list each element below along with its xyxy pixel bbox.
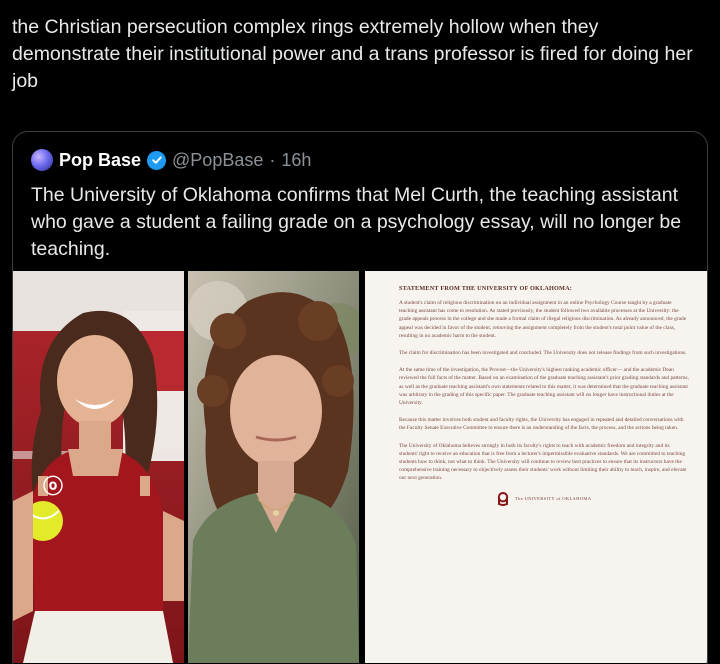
photo-teaching-assistant-illustration (188, 271, 359, 663)
post-text: the Christian persecution complex rings … (12, 16, 693, 92)
quoted-post-text: The University of Oklahoma confirms that… (31, 184, 682, 260)
separator-dot: · (269, 149, 276, 170)
media-grid: ⓞ STATEMENT FROM THE UNIVERSITY OF OKLAH… (13, 271, 707, 664)
photo-teaching-assistant[interactable] (188, 271, 359, 663)
author-handle[interactable]: @PopBase (172, 150, 263, 171)
statement-paragraph: Because this matter involves both studen… (399, 417, 684, 432)
statement-paragraph: At the same time of the investigation, t… (399, 367, 689, 407)
verified-badge-icon (147, 150, 167, 170)
university-logo: The UNIVERSITY of OKLAHOMA (497, 491, 689, 506)
post-timestamp[interactable]: 16h (281, 150, 311, 171)
photo-student-athlete[interactable]: ⓞ (13, 271, 184, 663)
statement-document[interactable]: STATEMENT FROM THE UNIVERSITY OF OKLAHOM… (365, 271, 707, 663)
statement-title: STATEMENT FROM THE UNIVERSITY OF OKLAHOM… (399, 285, 573, 292)
quoted-post[interactable]: Pop Base @PopBase · 16h The University o… (12, 131, 708, 664)
svg-text:ⓞ: ⓞ (43, 475, 63, 498)
university-wordmark: The UNIVERSITY of OKLAHOMA (515, 496, 592, 502)
photo-student-athlete-illustration: ⓞ (13, 271, 184, 663)
statement-paragraph: A student's claim of religious discrimin… (399, 300, 687, 339)
quoted-post-header: Pop Base @PopBase · 16h (31, 148, 311, 172)
statement-paragraph: The University of Oklahoma believes stro… (399, 442, 687, 482)
avatar[interactable] (31, 149, 53, 171)
ou-logo-icon (497, 491, 509, 506)
statement-paragraph: The claim for discrimination has been in… (399, 350, 687, 357)
author-name[interactable]: Pop Base (59, 150, 141, 171)
